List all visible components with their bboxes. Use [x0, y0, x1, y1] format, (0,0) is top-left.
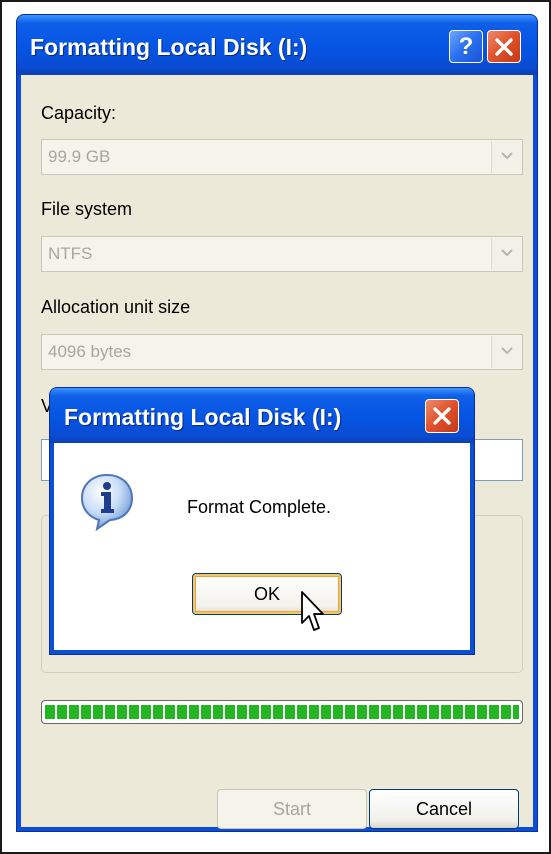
capacity-label: Capacity:: [41, 103, 117, 123]
close-icon: [495, 38, 513, 56]
capacity-dropdown-arrow: [491, 141, 521, 173]
file-system-label: File system: [41, 199, 133, 219]
file-system-dropdown-arrow: [491, 238, 521, 270]
file-system-dropdown: NTFS: [41, 236, 523, 272]
capacity-value: 99.9 GB: [48, 147, 111, 166]
help-button[interactable]: ?: [449, 30, 483, 63]
format-progress-bar: [41, 700, 523, 724]
chevron-down-icon: [501, 347, 513, 355]
close-button[interactable]: [487, 30, 521, 63]
progress-fill: [45, 705, 519, 719]
file-system-value: NTFS: [48, 244, 93, 263]
dialog-message: Format Complete.: [187, 497, 332, 517]
cancel-button[interactable]: Cancel: [369, 789, 519, 829]
screenshot-frame: Formatting Local Disk (I:) ? Capacity: 9…: [0, 0, 551, 854]
allocation-unit-dropdown: 4096 bytes: [41, 334, 523, 370]
dialog-body: Format Complete. OK: [54, 443, 470, 650]
dialog-title: Formatting Local Disk (I:): [64, 404, 342, 430]
capacity-dropdown: 99.9 GB: [41, 139, 523, 175]
title-bar[interactable]: Formatting Local Disk (I:) ?: [17, 15, 537, 75]
dialog-close-button[interactable]: [425, 399, 459, 433]
chevron-down-icon: [501, 152, 513, 160]
chevron-down-icon: [501, 249, 513, 257]
window-title: Formatting Local Disk (I:): [30, 34, 308, 60]
allocation-unit-dropdown-arrow: [491, 336, 521, 368]
close-icon: [433, 407, 451, 425]
allocation-unit-label: Allocation unit size: [41, 297, 191, 317]
format-complete-dialog: Formatting Local Disk (I:) Format Comple…: [49, 387, 475, 655]
mouse-cursor-icon: [301, 591, 324, 631]
dialog-title-bar[interactable]: Formatting Local Disk (I:): [50, 388, 474, 443]
info-icon: [80, 473, 134, 531]
start-button[interactable]: Start: [217, 789, 367, 829]
allocation-unit-value: 4096 bytes: [48, 342, 132, 361]
